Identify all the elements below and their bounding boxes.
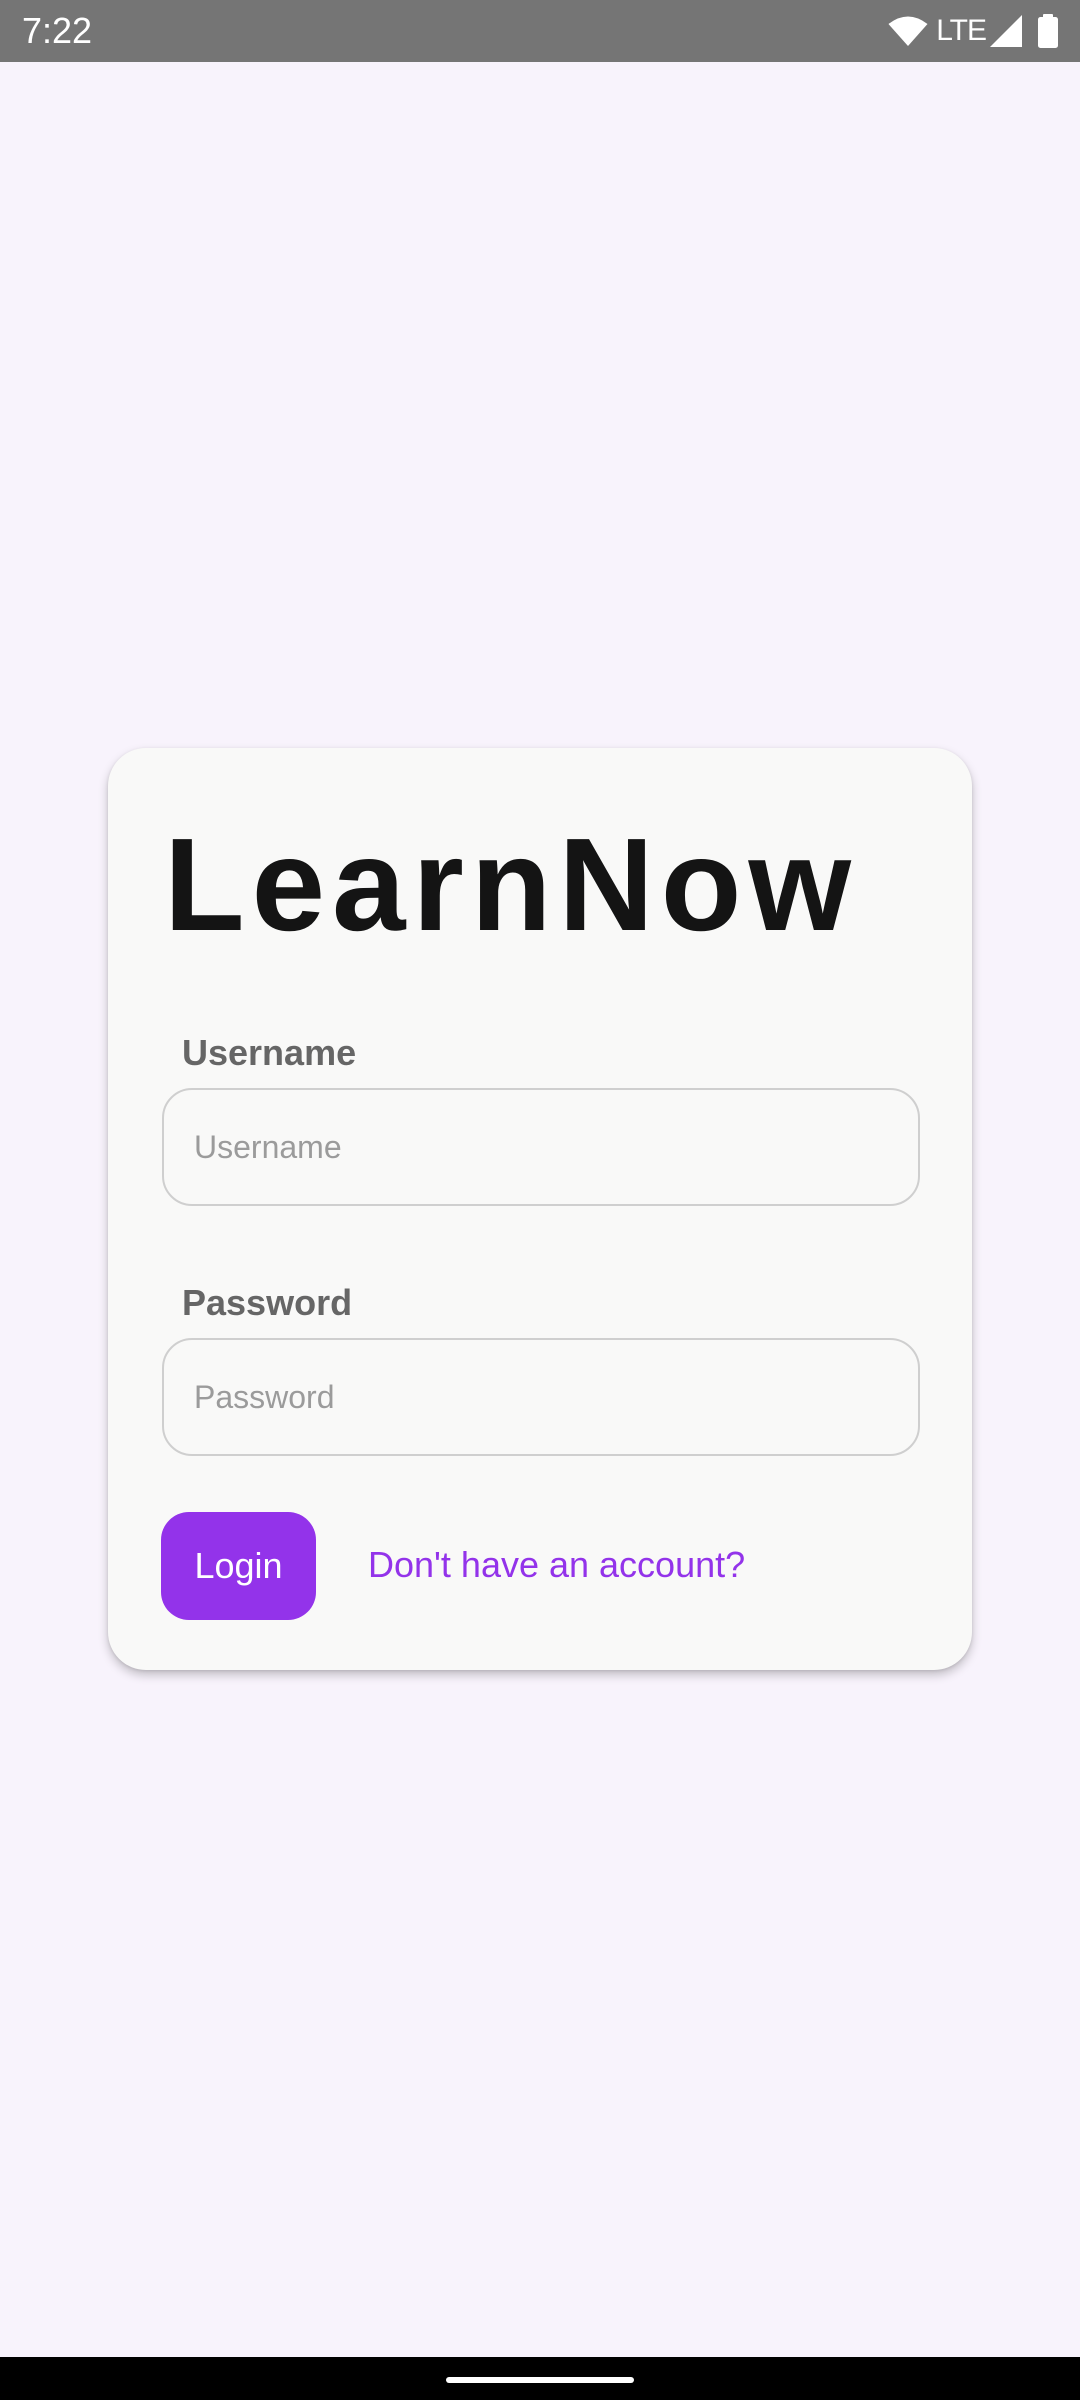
password-input[interactable] (162, 1338, 920, 1456)
home-gesture-handle[interactable] (446, 2377, 634, 2383)
wifi-icon (888, 16, 928, 46)
network-type-label: LTE (936, 14, 987, 47)
login-button[interactable]: Login (161, 1512, 316, 1620)
login-card: LearnNow Username Password Login Don't h… (108, 748, 972, 1670)
battery-icon (1038, 14, 1058, 48)
status-bar: 7:22 LTE (0, 0, 1080, 62)
navigation-bar (0, 2357, 1080, 2400)
signup-link[interactable]: Don't have an account? (368, 1543, 745, 1587)
cell-signal-icon (990, 15, 1022, 47)
username-label: Username (182, 1032, 357, 1073)
status-icons: LTE (888, 12, 1060, 50)
password-label: Password (182, 1282, 353, 1323)
username-input[interactable] (162, 1088, 920, 1206)
status-time: 7:22 (22, 10, 93, 51)
app-title: LearnNow (164, 811, 859, 958)
